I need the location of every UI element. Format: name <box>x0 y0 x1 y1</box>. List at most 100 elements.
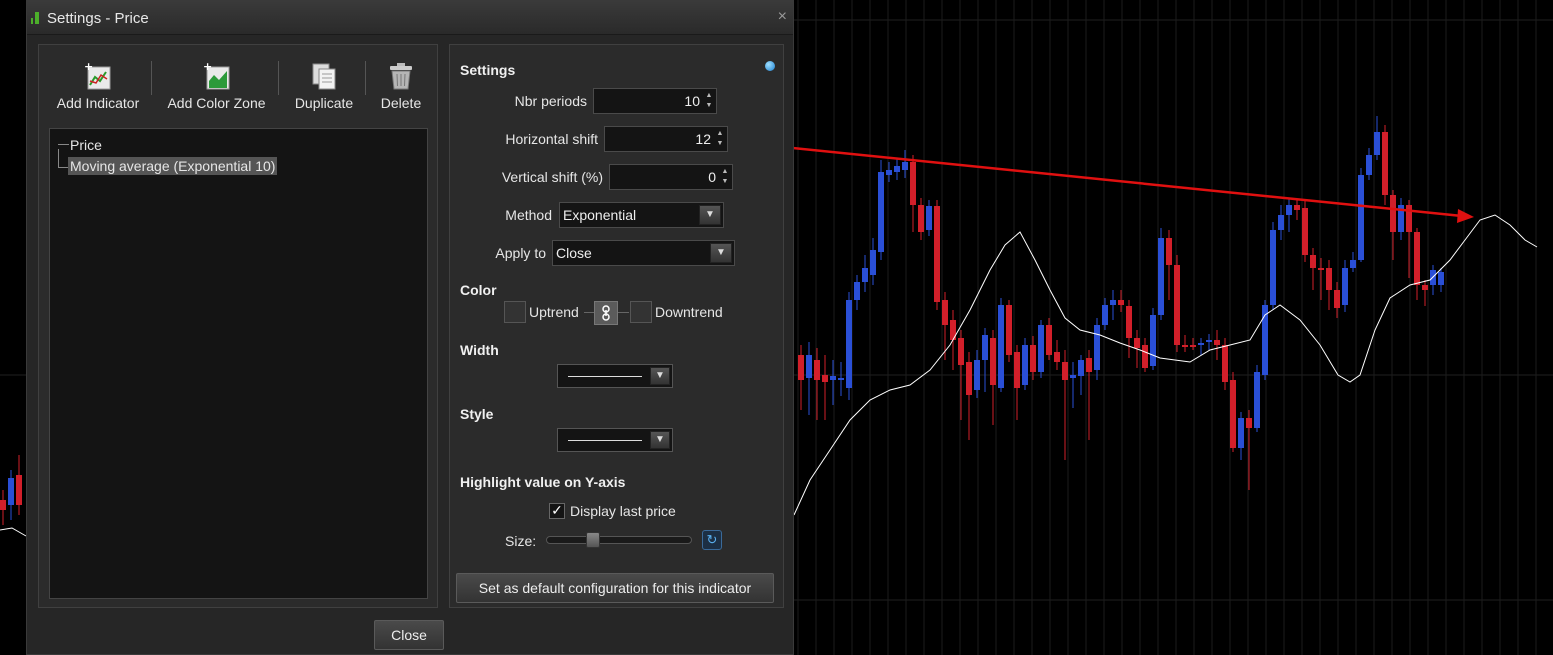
chevron-down-icon[interactable]: ▼ <box>650 367 670 385</box>
display-last-price-checkbox[interactable]: ✓ <box>549 503 565 519</box>
candle-body <box>990 338 996 385</box>
info-dot-icon[interactable] <box>765 61 775 71</box>
candle-body <box>918 205 924 232</box>
candle-body <box>1366 155 1372 175</box>
add-indicator-label: Add Indicator <box>56 95 140 111</box>
candle-body <box>902 162 908 170</box>
candle-body <box>1334 290 1340 308</box>
candle-body <box>1270 230 1276 305</box>
apply-to-select[interactable]: Close ▼ <box>552 240 735 266</box>
candle-body <box>1390 195 1396 232</box>
reset-icon[interactable]: ↻ <box>702 530 722 550</box>
duplicate-icon <box>312 63 336 90</box>
style-preview-line <box>568 440 642 441</box>
highlight-heading: Highlight value on Y-axis <box>460 474 626 490</box>
uptrend-label: Uptrend <box>529 304 579 320</box>
candle-body <box>910 162 916 205</box>
horizontal-shift-stepper[interactable]: ▲▼ <box>604 126 728 152</box>
vertical-shift-stepper[interactable]: ▲▼ <box>609 164 733 190</box>
downtrend-label: Downtrend <box>655 304 723 320</box>
color-link-line <box>584 312 594 313</box>
uptrend-color-swatch[interactable] <box>504 301 526 323</box>
downtrend-color-swatch[interactable] <box>630 301 652 323</box>
size-slider-thumb[interactable] <box>585 532 600 548</box>
candle-body <box>926 206 932 230</box>
add-indicator-icon: + <box>84 61 111 90</box>
candle-body <box>798 355 804 380</box>
candle-body <box>1222 345 1228 382</box>
nbr-periods-input[interactable] <box>594 89 702 113</box>
candle-body <box>862 268 868 282</box>
stepper-arrows[interactable]: ▲ ▼ <box>719 167 731 187</box>
style-select[interactable]: ▼ <box>557 428 673 452</box>
candle-body <box>1166 238 1172 265</box>
vertical-shift-label: Vertical shift (%) <box>501 169 603 185</box>
method-select[interactable]: Exponential ▼ <box>559 202 724 228</box>
add-color-zone-button[interactable]: + Add Color Zone <box>164 61 269 111</box>
method-value: Exponential <box>563 207 637 223</box>
settings-panel: Settings Nbr periods ▲▼ Horizontal shift… <box>449 44 784 608</box>
candle-body <box>1382 132 1388 195</box>
chevron-down-icon[interactable]: ▼ <box>699 205 721 225</box>
width-select[interactable]: ▼ <box>557 364 673 388</box>
candle-body <box>1198 343 1204 345</box>
size-label: Size: <box>505 533 537 549</box>
candle-body <box>1022 345 1028 385</box>
candle-body <box>1086 358 1092 372</box>
nbr-periods-stepper[interactable]: ▲▼ <box>593 88 717 114</box>
candle-body <box>1342 268 1348 305</box>
delete-button[interactable]: Delete <box>375 61 427 111</box>
display-last-price-label: Display last price <box>570 503 676 519</box>
candle-body <box>982 335 988 360</box>
toolbar-separator <box>365 61 366 95</box>
candle-body <box>1302 208 1308 255</box>
candle-body <box>1230 380 1236 448</box>
candle-body <box>1054 352 1060 362</box>
candle-body <box>1278 215 1284 230</box>
link-icon[interactable] <box>594 301 618 325</box>
add-indicator-button[interactable]: + Add Indicator <box>55 61 141 111</box>
set-default-button[interactable]: Set as default configuration for this in… <box>456 573 774 603</box>
candle-body <box>1014 352 1020 388</box>
horizontal-shift-input[interactable] <box>605 127 713 151</box>
candle-body <box>822 375 828 382</box>
candle-body <box>1190 345 1196 347</box>
nbr-periods-label: Nbr periods <box>514 93 587 109</box>
tree-item-moving-average[interactable]: Moving average (Exponential 10) <box>68 157 278 175</box>
delete-label: Delete <box>380 95 422 111</box>
size-slider-track[interactable] <box>546 536 692 544</box>
candle-body <box>934 206 940 302</box>
candle-body <box>1214 340 1220 345</box>
apply-to-value: Close <box>556 245 592 261</box>
stepper-arrows[interactable]: ▲ ▼ <box>714 129 726 149</box>
duplicate-button[interactable]: Duplicate <box>289 61 359 111</box>
color-link-line <box>618 312 629 313</box>
candle-body <box>1046 325 1052 355</box>
candle-body <box>1094 325 1100 370</box>
horizontal-shift-label: Horizontal shift <box>505 131 598 147</box>
close-button[interactable]: Close <box>374 620 444 650</box>
check-icon: ✓ <box>551 502 563 518</box>
chevron-down-icon[interactable]: ▼ <box>650 431 670 449</box>
vertical-shift-input[interactable] <box>610 165 718 189</box>
stepper-arrows[interactable]: ▲ ▼ <box>703 91 715 111</box>
candle-body <box>1158 238 1164 315</box>
moving-average-line <box>0 527 27 537</box>
style-heading: Style <box>460 406 494 422</box>
candle-body <box>1206 340 1212 342</box>
svg-text:+: + <box>203 61 212 73</box>
close-icon[interactable]: × <box>778 8 787 26</box>
width-preview-line <box>568 376 642 377</box>
candle-body <box>1350 260 1356 268</box>
candle-body <box>814 360 820 380</box>
toolbar-separator <box>151 61 152 95</box>
trash-icon <box>390 63 412 90</box>
candle-body <box>878 172 884 252</box>
chevron-down-icon[interactable]: ▼ <box>710 243 732 263</box>
tree-item-price[interactable]: Price <box>68 136 104 154</box>
candle-body <box>1110 300 1116 305</box>
annotation-arrow-head <box>1457 209 1474 223</box>
candle-body <box>942 300 948 325</box>
svg-text:+: + <box>84 61 93 73</box>
candle-body <box>0 500 6 510</box>
